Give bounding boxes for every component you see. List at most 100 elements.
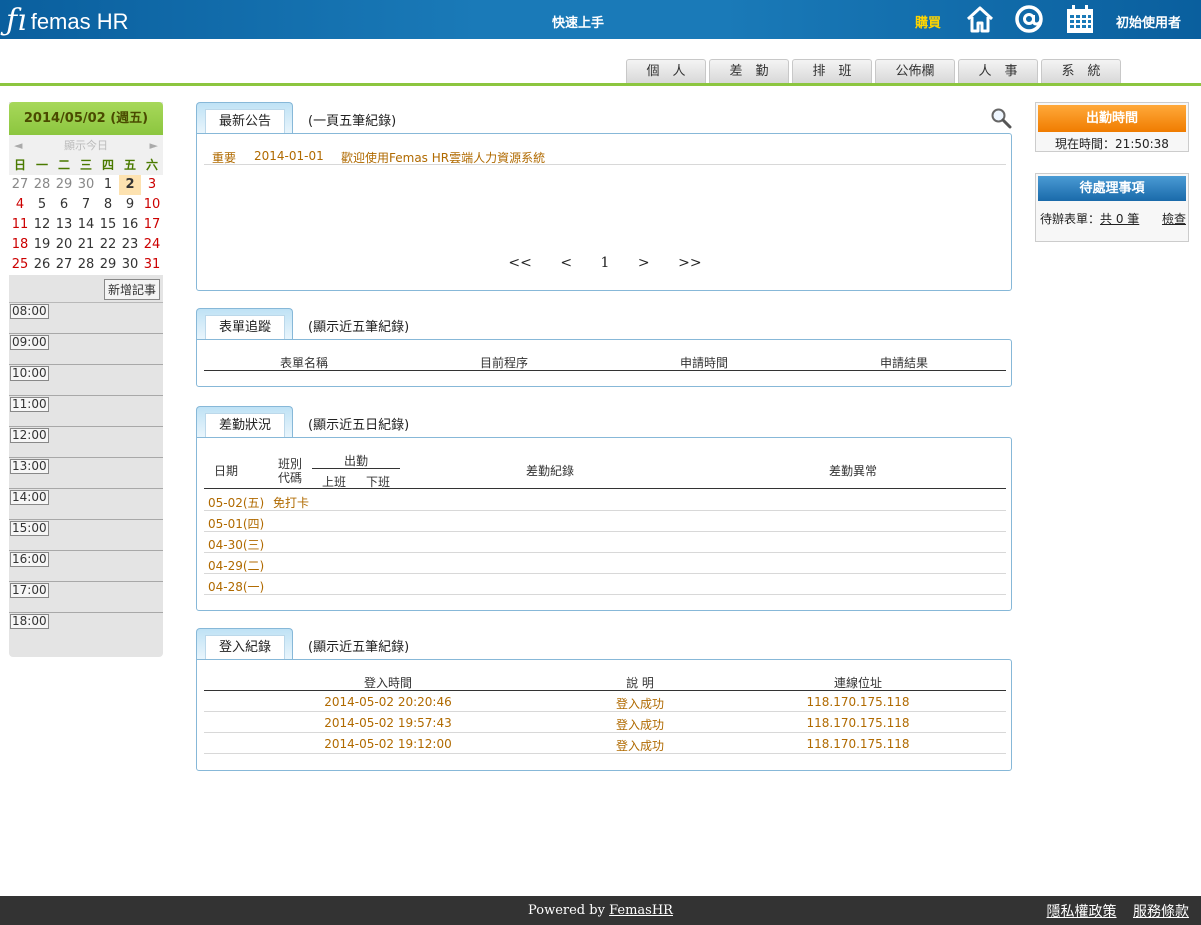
calendar-day[interactable]: 6 [53, 195, 75, 215]
calendar-day[interactable]: 30 [119, 255, 141, 275]
time-slot[interactable]: 17:00 [9, 582, 163, 613]
femas-logo[interactable]: ƒı femas HR [6, 4, 129, 36]
calendar-day[interactable]: 9 [119, 195, 141, 215]
announcements-tab[interactable]: 最新公告 [196, 102, 293, 134]
form-tracking-subtitle: (顯示近五筆紀錄) [308, 320, 410, 335]
announcement-title[interactable]: 歡迎使用Femas HR雲端人力資源系統 [341, 149, 545, 166]
calendar-day[interactable]: 27 [9, 175, 31, 195]
attendance-row[interactable]: 05-01(四) [204, 511, 1006, 532]
pager-page[interactable]: 1 [601, 255, 610, 271]
calendar-day[interactable]: 29 [53, 175, 75, 195]
time-slot[interactable]: 18:00 [9, 613, 163, 644]
calendar-day[interactable]: 3 [141, 175, 163, 195]
calendar-day[interactable]: 28 [31, 175, 53, 195]
buy-link[interactable]: 購買 [915, 12, 941, 31]
calendar-day[interactable]: 14 [75, 215, 97, 235]
calendar-day[interactable]: 26 [31, 255, 53, 275]
calendar-day[interactable]: 15 [97, 215, 119, 235]
nav-tab-bulletin[interactable]: 公佈欄 [875, 59, 955, 83]
time-slot[interactable]: 11:00 [9, 396, 163, 427]
calendar-day[interactable]: 27 [53, 255, 75, 275]
nav-tab-personal[interactable]: 個 人 [626, 59, 706, 83]
calendar-day[interactable]: 30 [75, 175, 97, 195]
pager-next[interactable]: > [638, 255, 650, 271]
weekday-label: 日 [13, 158, 26, 172]
time-slot-label: 17:00 [10, 583, 49, 598]
attendance-row[interactable]: 04-28(一) [204, 574, 1006, 595]
login-desc: 登入成功 [615, 697, 664, 711]
calendar-day[interactable]: 8 [97, 195, 119, 215]
calendar-day[interactable]: 21 [75, 235, 97, 255]
col-form-name: 表單名稱 [279, 356, 328, 370]
calendar-day[interactable]: 28 [75, 255, 97, 275]
calendar-day[interactable]: 11 [9, 215, 31, 235]
attendance-tab[interactable]: 差勤狀況 [196, 406, 293, 438]
pending-count-link[interactable]: 共 0 筆 [1100, 212, 1139, 226]
time-slot[interactable]: 16:00 [9, 551, 163, 582]
login-time: 2014-05-02 20:20:46 [324, 695, 452, 709]
home-icon[interactable] [965, 4, 995, 34]
attendance-row[interactable]: 04-30(三) [204, 532, 1006, 553]
calendar-day[interactable]: 16 [119, 215, 141, 235]
col-apply-result: 申請結果 [879, 356, 928, 370]
privacy-policy-link[interactable]: 隱私權政策 [1047, 904, 1117, 920]
add-note-bar: 新增記事 [9, 275, 163, 303]
femashr-link[interactable]: FemasHR [609, 903, 673, 918]
prev-month-button[interactable]: ◄ [14, 139, 22, 152]
time-slot[interactable]: 15:00 [9, 520, 163, 551]
next-month-button[interactable]: ► [150, 139, 158, 152]
nav-tab-hr[interactable]: 人 事 [958, 59, 1038, 83]
nav-tab-system[interactable]: 系 統 [1041, 59, 1121, 83]
add-note-button[interactable]: 新增記事 [103, 279, 160, 300]
calendar-day[interactable]: 1 [97, 175, 119, 195]
calendar-day[interactable]: 22 [97, 235, 119, 255]
calendar-day[interactable]: 12 [31, 215, 53, 235]
calendar-day[interactable]: 10 [141, 195, 163, 215]
calendar-icon[interactable] [1065, 4, 1095, 34]
login-row[interactable]: 2014-05-02 20:20:46 登入成功 118.170.175.118 [204, 691, 1006, 712]
calendar-day[interactable]: 20 [53, 235, 75, 255]
calendar-day[interactable]: 13 [53, 215, 75, 235]
announcement-row[interactable]: 重要 2014-01-01 歡迎使用Femas HR雲端人力資源系統 [204, 146, 1006, 165]
time-slot[interactable]: 13:00 [9, 458, 163, 489]
nav-tab-schedule[interactable]: 排 班 [792, 59, 872, 83]
calendar-day[interactable]: 5 [31, 195, 53, 215]
calendar-day[interactable]: 25 [9, 255, 31, 275]
calendar-day[interactable]: 24 [141, 235, 163, 255]
show-today-button[interactable]: 顯示今日 [64, 137, 108, 153]
time-slot[interactable]: 08:00 [9, 303, 163, 334]
calendar-day[interactable]: 18 [9, 235, 31, 255]
pager-last[interactable]: >> [678, 255, 701, 271]
login-row[interactable]: 2014-05-02 19:12:00 登入成功 118.170.175.118 [204, 733, 1006, 754]
time-slot[interactable]: 09:00 [9, 334, 163, 365]
pager-first[interactable]: << [508, 255, 531, 271]
pager-prev[interactable]: < [560, 255, 572, 271]
calendar-day[interactable]: 23 [119, 235, 141, 255]
time-slot[interactable]: 14:00 [9, 489, 163, 520]
time-slot[interactable]: 10:00 [9, 365, 163, 396]
nav-tab-attendance[interactable]: 差 勤 [709, 59, 789, 83]
calendar-day[interactable]: 17 [141, 215, 163, 235]
calendar-day[interactable]: 19 [31, 235, 53, 255]
calendar-day[interactable]: 31 [141, 255, 163, 275]
quickstart-link[interactable]: 快速上手 [552, 12, 604, 31]
pending-view-link[interactable]: 檢查 [1162, 210, 1186, 227]
calendar-sidebar: 2014/05/02 (週五) ◄ 顯示今日 ► 日 一 二 三 四 五 六 2… [9, 102, 163, 657]
calendar-day[interactable]: 29 [97, 255, 119, 275]
calendar-day[interactable]: 4 [9, 195, 31, 215]
pending-body: 待辦表單：共 0 筆 檢查 [1036, 201, 1188, 231]
calendar-title: 2014/05/02 (週五) [9, 102, 163, 135]
search-icon[interactable] [990, 107, 1012, 129]
calendar-day-selected[interactable]: 2 [119, 175, 141, 195]
form-tracking-tab[interactable]: 表單追蹤 [196, 308, 293, 340]
login-row[interactable]: 2014-05-02 19:57:43 登入成功 118.170.175.118 [204, 712, 1006, 733]
attendance-row[interactable]: 04-29(二) [204, 553, 1006, 574]
attendance-row[interactable]: 05-02(五) 免打卡 [204, 490, 1006, 511]
mail-at-icon[interactable] [1014, 4, 1044, 34]
calendar-day[interactable]: 7 [75, 195, 97, 215]
time-slot[interactable]: 12:00 [9, 427, 163, 458]
user-menu[interactable]: 初始使用者 [1116, 12, 1181, 31]
login-records-tab[interactable]: 登入紀錄 [196, 628, 293, 660]
login-records-tab-label: 登入紀錄 [205, 635, 285, 660]
terms-of-service-link[interactable]: 服務條款 [1133, 904, 1189, 920]
